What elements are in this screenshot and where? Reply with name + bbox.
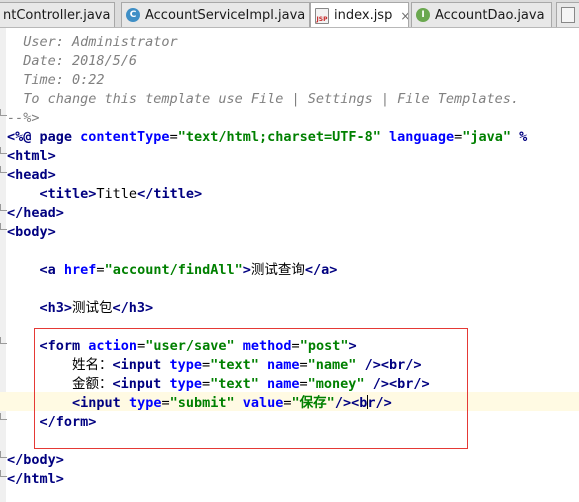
code-line: <body> — [7, 224, 56, 240]
code-editor[interactable]: User: Administrator Date: 2018/5/6 Time:… — [0, 28, 579, 502]
jsp-file-icon: JSP — [315, 7, 329, 24]
code-line: <%@ page contentType="text/html;charset=… — [7, 129, 528, 145]
close-icon[interactable]: × — [400, 9, 408, 23]
fold-marker-icon[interactable] — [0, 109, 7, 116]
code-line: <html> — [7, 148, 56, 164]
fold-marker-icon[interactable] — [0, 451, 7, 458]
fold-marker-icon[interactable] — [0, 147, 7, 154]
fold-marker-icon[interactable] — [0, 470, 7, 477]
editor-gutter — [0, 28, 6, 502]
text-caret — [367, 395, 368, 409]
fold-marker-icon[interactable] — [0, 204, 7, 211]
file-icon — [561, 7, 575, 23]
fold-marker-icon[interactable] — [0, 223, 7, 230]
tab-accountserviceimpl-java[interactable]: C AccountServiceImpl.java — [121, 2, 310, 27]
annotation-highlight-box — [34, 328, 468, 449]
code-line: <head> — [7, 167, 56, 183]
code-line: </body> — [7, 452, 64, 468]
code-line: <a href="account/findAll">测试查询</a> — [39, 262, 338, 278]
editor-tab-bar: ntController.java C AccountServiceImpl.j… — [0, 0, 579, 28]
code-line: Date: 2018/5/6 — [7, 53, 138, 69]
java-class-icon: C — [126, 8, 140, 22]
tab-label: index.jsp — [334, 8, 393, 23]
fold-marker-icon[interactable] — [0, 166, 7, 173]
code-line: Time: 0:22 — [7, 72, 105, 88]
tab-label: AccountServiceImpl.java — [145, 7, 306, 23]
code-line: </html> — [7, 471, 64, 487]
tab-accountdao-java[interactable]: I AccountDao.java — [411, 2, 552, 27]
code-line: <h3>测试包</h3> — [39, 300, 154, 316]
code-line: --%> — [7, 110, 40, 126]
tab-index-jsp[interactable]: JSP index.jsp × — [310, 2, 409, 27]
fold-marker-icon[interactable] — [0, 337, 7, 344]
code-line: User: Administrator — [7, 34, 178, 50]
tab-label: AccountDao.java — [435, 7, 545, 23]
code-line: </head> — [7, 205, 64, 221]
code-line: <title>Title</title> — [39, 186, 203, 202]
code-line: To change this template use File | Setti… — [7, 91, 520, 107]
java-interface-icon: I — [416, 8, 430, 22]
tab-label: ntController.java — [3, 7, 111, 23]
fold-marker-icon[interactable] — [0, 413, 7, 420]
tab-controller-java[interactable]: ntController.java — [0, 2, 115, 27]
tab-overflow[interactable] — [556, 2, 579, 27]
